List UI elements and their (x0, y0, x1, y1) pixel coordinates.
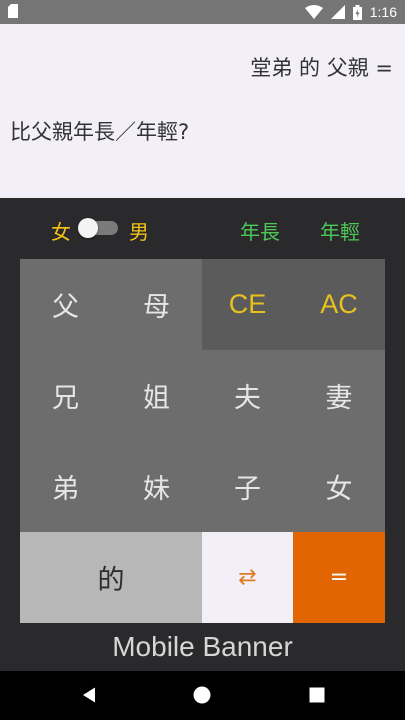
back-icon[interactable] (80, 686, 98, 704)
female-label: 女 (51, 220, 71, 244)
younger-option[interactable]: 年輕 (320, 216, 360, 245)
options-row: 女 男 年長 年輕 (0, 198, 405, 258)
toggle-knob (78, 218, 98, 238)
key-son[interactable]: 子 (202, 441, 293, 532)
home-icon[interactable] (193, 686, 211, 704)
male-label: 男 (129, 220, 149, 244)
key-daughter[interactable]: 女 (293, 441, 385, 532)
key-elder-sister[interactable]: 姐 (111, 350, 202, 441)
key-husband[interactable]: 夫 (202, 350, 293, 441)
recent-apps-icon[interactable] (308, 686, 326, 704)
battery-charging-icon (352, 4, 362, 20)
relationship-expression: 堂弟 的 父親 = (250, 56, 393, 80)
swap-icon[interactable]: ⇄ (202, 532, 293, 623)
gender-toggle[interactable] (78, 218, 118, 238)
status-icons: 1:16 (304, 0, 397, 24)
signal-icon (330, 5, 345, 19)
key-elder-brother[interactable]: 兄 (20, 350, 111, 441)
keypad: 父 母 CE AC 兄 姐 夫 妻 弟 妹 子 女 的 ⇄ = (20, 259, 385, 623)
ad-banner[interactable]: Mobile Banner (0, 623, 405, 671)
sd-card-icon (8, 4, 18, 18)
key-younger-brother[interactable]: 弟 (20, 441, 111, 532)
key-wife[interactable]: 妻 (293, 350, 385, 441)
elder-option[interactable]: 年長 (240, 216, 280, 245)
key-mother[interactable]: 母 (111, 259, 202, 350)
clear-entry-button[interactable]: CE (202, 259, 293, 350)
result-display: 堂弟 的 父親 = 比父親年長／年輕? (0, 24, 405, 198)
key-younger-sister[interactable]: 妹 (111, 441, 202, 532)
clock-time: 1:16 (369, 4, 397, 20)
wifi-icon (304, 5, 323, 19)
navigation-bar (0, 671, 405, 720)
status-bar: 1:16 (0, 0, 405, 24)
key-father[interactable]: 父 (20, 259, 111, 350)
all-clear-button[interactable]: AC (293, 259, 385, 350)
equals-button[interactable]: = (293, 532, 385, 623)
age-question: 比父親年長／年輕? (10, 120, 190, 144)
of-button[interactable]: 的 (20, 532, 202, 623)
